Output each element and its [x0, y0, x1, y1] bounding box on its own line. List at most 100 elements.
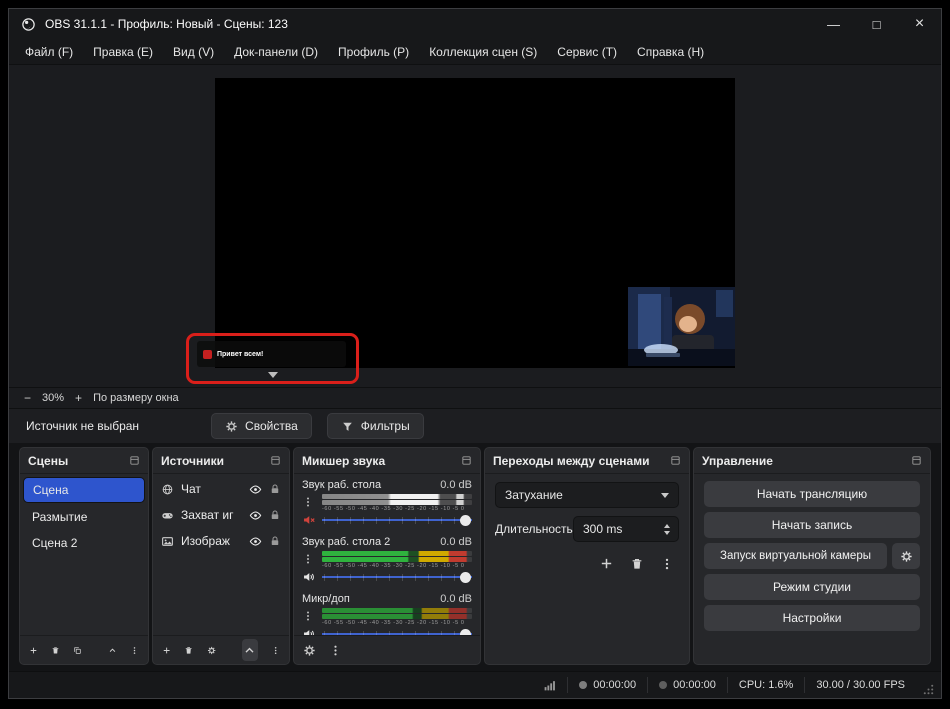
remove-transition-button trash-icon[interactable] — [630, 557, 644, 571]
maximize-button[interactable]: □ — [855, 9, 898, 39]
mixer-channel: Звук раб. стола 2 0.0 dB -60 -55 -50 -45… — [294, 531, 480, 584]
menu-help[interactable]: Справка (H) — [627, 41, 714, 63]
move-scene-up-button chevron-up-icon[interactable] — [108, 644, 117, 657]
dock-popout-icon[interactable] — [129, 455, 140, 466]
studio-mode-button[interactable]: Режим студии — [704, 574, 920, 600]
minimize-button[interactable]: — — [812, 9, 855, 39]
resize-grip-icon[interactable] — [922, 683, 935, 696]
audio-meter — [322, 608, 472, 613]
zoom-in-button[interactable]: + — [75, 391, 82, 405]
add-source-button plus-icon[interactable] — [162, 644, 171, 657]
menu-docks[interactable]: Док-панели (D) — [224, 41, 328, 63]
lock-toggle lock-icon[interactable] — [269, 509, 281, 521]
properties-button[interactable]: Свойства — [211, 413, 312, 439]
start-recording-button[interactable]: Начать запись — [704, 512, 920, 538]
recording-time: 00:00:00 — [593, 679, 636, 691]
duration-label: Длительность — [495, 522, 573, 536]
settings-button[interactable]: Настройки — [704, 605, 920, 631]
source-label: Захват иг — [181, 508, 242, 522]
source-item[interactable]: Чат — [153, 476, 289, 502]
slider-handle[interactable] — [460, 572, 471, 583]
add-transition-button plus-icon[interactable] — [599, 556, 614, 571]
remove-source-button trash-icon[interactable] — [184, 644, 193, 657]
volume-slider[interactable] — [322, 514, 472, 527]
mixer-menu-button dots-icon[interactable] — [329, 644, 342, 657]
menu-edit[interactable]: Правка (E) — [83, 41, 163, 63]
docks-area: Сцены Сцена Размытие Сцена 2 Источники — [9, 443, 941, 671]
network-status — [532, 677, 567, 693]
source-label: Изображ — [181, 534, 242, 548]
spin-down-icon[interactable] — [664, 531, 670, 535]
chevron-up-icon — [243, 644, 256, 657]
lock-toggle lock-icon[interactable] — [269, 483, 281, 495]
menu-view[interactable]: Вид (V) — [163, 41, 224, 63]
dock-popout-icon[interactable] — [670, 455, 681, 466]
visibility-toggle eye-icon[interactable] — [249, 509, 262, 522]
chat-overlay-source[interactable]: Привет всем! — [197, 341, 346, 367]
close-button[interactable]: × — [898, 9, 941, 39]
meter-scale: -60 -55 -50 -45 -40 -35 -30 -25 -20 -15 … — [322, 563, 472, 569]
virtual-camera-settings-button[interactable] — [892, 543, 920, 569]
spin-up-icon[interactable] — [664, 524, 670, 528]
channel-db: 0.0 dB — [440, 593, 472, 605]
transition-menu-button dots-icon[interactable] — [660, 557, 674, 571]
menu-scene-collection[interactable]: Коллекция сцен (S) — [419, 41, 547, 63]
source-properties-button gear-icon[interactable] — [207, 644, 216, 657]
source-handle-icon[interactable] — [268, 372, 278, 378]
start-virtual-camera-button[interactable]: Запуск виртуальной камеры — [704, 543, 887, 569]
scene-item[interactable]: Размытие — [23, 504, 145, 529]
slider-handle[interactable] — [460, 515, 471, 526]
source-item[interactable]: Изображ — [153, 528, 289, 554]
mute-button speaker-icon[interactable] — [302, 570, 316, 584]
preview-canvas[interactable] — [215, 78, 735, 368]
title-bar: OBS 31.1.1 - Профиль: Новый - Сцены: 123… — [9, 9, 941, 39]
remove-scene-button trash-icon[interactable] — [51, 644, 60, 657]
spinner-arrows — [660, 524, 674, 535]
menu-profile[interactable]: Профиль (P) — [328, 41, 419, 63]
audio-mixer-dock: Микшер звука Звук раб. стола 0.0 dB -60 — [293, 447, 481, 665]
scenes-title: Сцены — [28, 454, 68, 468]
duplicate-scene-button copy-icon[interactable] — [73, 644, 82, 657]
zoom-out-button[interactable]: − — [24, 391, 31, 405]
filters-button[interactable]: Фильтры — [327, 413, 424, 439]
dock-popout-icon[interactable] — [461, 455, 472, 466]
fit-to-window-button[interactable]: По размеру окна — [93, 392, 179, 404]
scene-item[interactable]: Сцена — [23, 477, 145, 503]
add-scene-button plus-icon[interactable] — [29, 644, 38, 657]
menu-file[interactable]: Файл (F) — [15, 41, 83, 63]
stream-dot-icon — [659, 681, 667, 689]
move-source-up-button[interactable] — [242, 639, 258, 661]
advanced-audio-button gear-icon[interactable] — [303, 644, 316, 657]
channel-menu-button dots-icon[interactable] — [302, 496, 314, 508]
sources-list: Чат Захват иг Изображ — [153, 473, 289, 635]
scenes-menu-button dots-icon[interactable] — [130, 644, 139, 657]
transition-select[interactable]: Затухание — [495, 482, 679, 508]
dock-popout-icon[interactable] — [911, 455, 922, 466]
scene-item[interactable]: Сцена 2 — [23, 530, 145, 555]
channel-menu-button dots-icon[interactable] — [302, 610, 314, 622]
lock-toggle lock-icon[interactable] — [269, 535, 281, 547]
mute-button speaker-icon[interactable] — [302, 627, 316, 635]
mute-button speaker-muted-icon[interactable] — [302, 513, 316, 527]
recording-timer: 00:00:00 — [567, 677, 647, 693]
channel-name: Звук раб. стола — [302, 479, 381, 491]
volume-slider[interactable] — [322, 628, 472, 635]
filter-icon — [341, 420, 354, 433]
source-item[interactable]: Захват иг — [153, 502, 289, 528]
controls-body: Начать трансляцию Начать запись Запуск в… — [694, 473, 930, 664]
channel-menu-button dots-icon[interactable] — [302, 553, 314, 565]
sources-menu-button dots-icon[interactable] — [271, 644, 280, 657]
start-streaming-button[interactable]: Начать трансляцию — [704, 481, 920, 507]
menu-bar: Файл (F) Правка (E) Вид (V) Док-панели (… — [9, 39, 941, 65]
duration-spinner[interactable]: 300 ms — [573, 516, 679, 542]
record-dot-icon — [579, 681, 587, 689]
source-label: Чат — [181, 482, 242, 496]
menu-tools[interactable]: Сервис (T) — [547, 41, 627, 63]
visibility-toggle eye-icon[interactable] — [249, 483, 262, 496]
dock-popout-icon[interactable] — [270, 455, 281, 466]
webcam-source[interactable] — [628, 287, 735, 366]
slider-handle[interactable] — [460, 629, 471, 635]
visibility-toggle eye-icon[interactable] — [249, 535, 262, 548]
volume-slider[interactable] — [322, 571, 472, 584]
streaming-time: 00:00:00 — [673, 679, 716, 691]
